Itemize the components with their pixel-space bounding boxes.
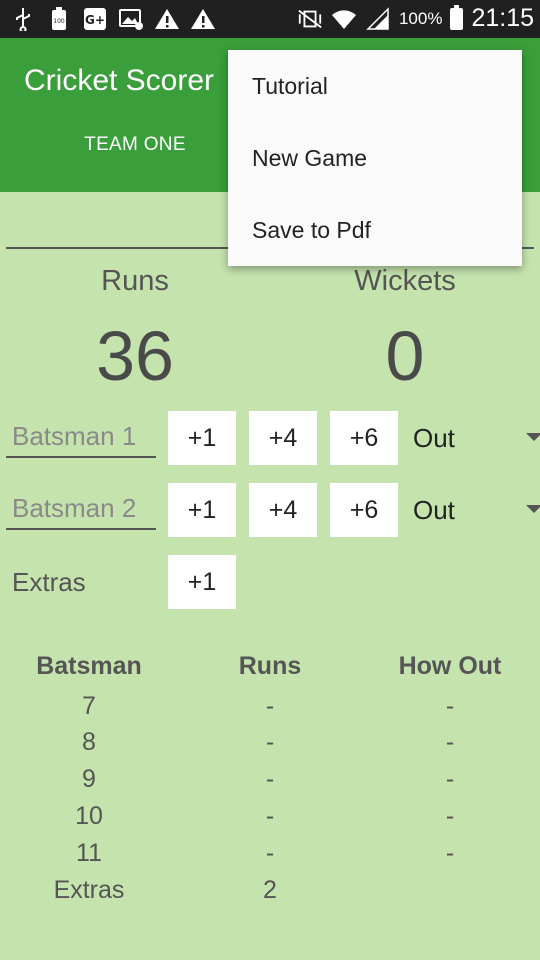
table-cell-runs: -	[265, 765, 275, 793]
table-cell-runs: 2	[263, 876, 277, 904]
overflow-menu: Tutorial New Game Save to Pdf	[228, 50, 522, 266]
table-cell-batsman: 10	[75, 802, 103, 830]
table-header-runs: Runs	[238, 652, 302, 680]
runs-label: Runs	[101, 265, 169, 297]
status-bar: 100 G+ 100% 21:15	[0, 0, 540, 38]
table-cell-runs: -	[265, 728, 275, 756]
table-header-how-out: How Out	[398, 652, 502, 680]
warning-icon	[154, 6, 180, 32]
dropdown-arrow-icon	[526, 433, 540, 441]
table-cell-batsman: 7	[82, 692, 96, 714]
menu-item-save-to-pdf[interactable]: Save to Pdf	[228, 194, 522, 266]
wickets-value: 0	[385, 317, 425, 395]
batsman-2-plus-6-button[interactable]: +6	[330, 483, 398, 537]
batsman-1-out-dropdown[interactable]: Out	[413, 411, 540, 465]
batsman-2-plus-1-button[interactable]: +1	[168, 483, 236, 537]
table-cell-batsman: 8	[82, 728, 96, 756]
mute-vibrate-icon	[297, 6, 323, 32]
wickets-label: Wickets	[354, 265, 456, 297]
table-cell-batsman: 11	[76, 839, 102, 867]
table-cell-batsman: Extras	[53, 876, 125, 904]
extras-label: Extras	[12, 567, 86, 597]
table-cell-how-out: -	[445, 765, 455, 793]
table-cell-batsman: 9	[82, 765, 96, 793]
google-plus-icon: G+	[82, 6, 108, 32]
battery-100-icon: 100	[46, 6, 72, 32]
svg-text:100: 100	[53, 18, 65, 25]
batsman-1-plus-1-button[interactable]: +1	[168, 411, 236, 465]
tab-team-one[interactable]: TEAM ONE	[30, 134, 240, 156]
svg-text:G+: G+	[85, 13, 105, 27]
usb-icon	[10, 6, 36, 32]
batsman-1-plus-4-button[interactable]: +4	[249, 411, 317, 465]
batsman-1-input[interactable]: Batsman 1	[6, 414, 156, 458]
table-cell-how-out: -	[445, 692, 455, 720]
out-dropdown-label: Out	[413, 494, 455, 525]
signal-icon	[365, 6, 391, 32]
batsman-2-out-dropdown[interactable]: Out	[413, 483, 540, 537]
menu-item-tutorial[interactable]: Tutorial	[228, 50, 522, 122]
wifi-icon	[331, 6, 357, 32]
warning-icon	[190, 6, 216, 32]
dropdown-arrow-icon	[526, 505, 540, 513]
table-header-batsman: Batsman	[36, 652, 142, 680]
table-cell-runs: -	[265, 802, 275, 830]
menu-item-new-game[interactable]: New Game	[228, 122, 522, 194]
batsman-2-plus-4-button[interactable]: +4	[249, 483, 317, 537]
battery-icon	[450, 4, 464, 30]
batsman-2-input[interactable]: Batsman 2	[6, 486, 156, 530]
battery-percent: 100%	[398, 8, 443, 28]
clock: 21:15	[471, 4, 534, 32]
table-cell-runs: -	[265, 692, 275, 720]
table-cell-how-out: -	[445, 728, 455, 756]
extras-plus-1-button[interactable]: +1	[168, 555, 236, 609]
runs-value: 36	[96, 317, 174, 395]
app-title: Cricket Scorer	[24, 64, 215, 97]
batsman-1-plus-6-button[interactable]: +6	[330, 411, 398, 465]
table-cell-runs: -	[265, 839, 275, 867]
table-cell-how-out: -	[445, 802, 455, 830]
table-cell-how-out: -	[445, 839, 455, 867]
image-notification-icon	[118, 6, 144, 32]
out-dropdown-label: Out	[413, 422, 455, 453]
